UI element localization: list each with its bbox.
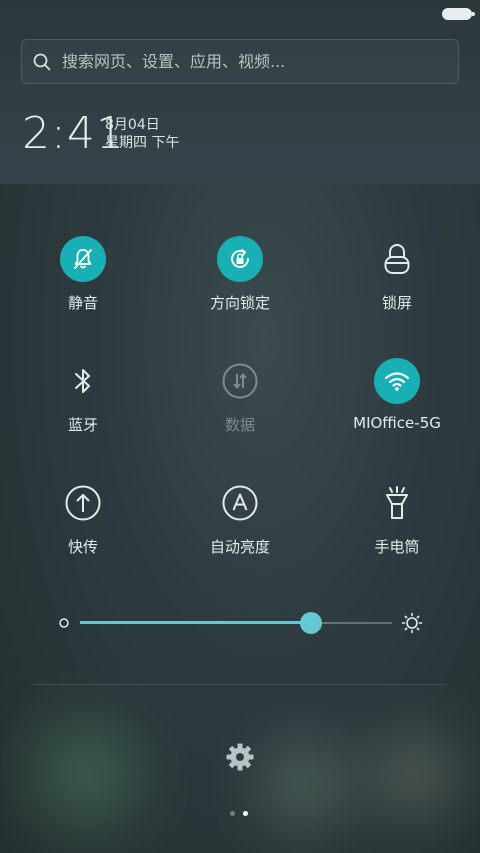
toggle-label: 手电筒 [374, 538, 420, 556]
bluetooth-icon [60, 358, 106, 404]
weekday-label: 星期四 下午 [105, 135, 180, 151]
search-icon [33, 53, 51, 70]
toggle-lock-screen[interactable]: 锁屏 [317, 236, 477, 313]
slider-thumb[interactable] [299, 612, 322, 634]
toggle-rotation-lock[interactable]: 方向锁定 [160, 236, 320, 313]
toggle-label: 锁屏 [381, 294, 412, 312]
bell-muted-icon [60, 236, 106, 282]
search-input[interactable] [60, 51, 444, 72]
flashlight-icon [374, 480, 420, 526]
brightness-low-icon [59, 618, 69, 628]
toggle-label: 数据 [224, 416, 255, 434]
toggle-mobile-data[interactable]: 数据 [160, 358, 320, 435]
toggle-silent[interactable]: 静音 [3, 236, 163, 313]
page-indicator [230, 811, 248, 816]
search-bar[interactable] [21, 39, 459, 84]
toggle-wifi[interactable]: MIOffice-5G [317, 358, 477, 432]
background-blur [260, 740, 350, 830]
toggle-label: 方向锁定 [209, 294, 270, 312]
toggle-quick-transfer[interactable]: 快传 [3, 480, 163, 557]
brightness-slider[interactable] [56, 610, 428, 636]
date-label: 8月04日 [105, 117, 160, 133]
slider-fill [80, 621, 311, 624]
background-blur [30, 720, 140, 830]
toggle-label: MIOffice-5G [353, 414, 441, 432]
toggle-label: 自动亮度 [209, 538, 270, 556]
toggle-label: 静音 [67, 294, 98, 312]
brightness-high-icon [401, 612, 423, 634]
lock-icon [374, 236, 420, 282]
auto-brightness-icon [217, 480, 263, 526]
toggle-flashlight[interactable]: 手电筒 [317, 480, 477, 557]
page-dot[interactable] [230, 811, 235, 816]
toggle-bluetooth[interactable]: 蓝牙 [3, 358, 163, 435]
gear-icon [226, 743, 254, 771]
rotation-lock-icon [217, 236, 263, 282]
toggle-auto-brightness[interactable]: 自动亮度 [160, 480, 320, 557]
divider [34, 684, 446, 685]
clock-date: 8月04日 星期四 下午 [105, 116, 179, 152]
wifi-icon [374, 358, 420, 404]
page-dot-active[interactable] [243, 811, 248, 816]
toggle-label: 蓝牙 [67, 416, 98, 434]
toggle-label: 快传 [67, 538, 98, 556]
mobile-data-icon [217, 358, 263, 404]
battery-icon [442, 8, 475, 20]
background-blur [370, 730, 460, 820]
settings-button[interactable] [225, 742, 255, 776]
quick-transfer-icon [60, 480, 106, 526]
